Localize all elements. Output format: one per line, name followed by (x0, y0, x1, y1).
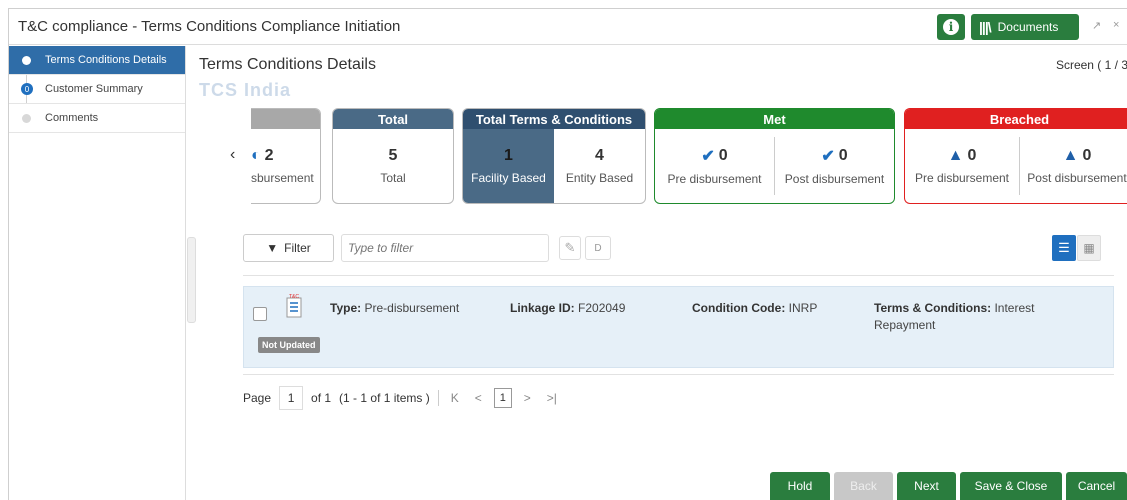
card-label: Facility Based (471, 171, 546, 185)
page-range-text: (1 - 1 of 1 items ) (339, 391, 430, 405)
hold-button[interactable]: Hold (770, 472, 830, 500)
card-header: Met (655, 109, 894, 129)
next-page-icon[interactable]: > (520, 391, 535, 405)
sidebar-item-label: Customer Summary (45, 83, 143, 95)
screen-indicator: Screen ( 1 / 3 (1055, 58, 1127, 72)
edit-button[interactable]: ✎ (559, 236, 581, 260)
page-title: Terms Conditions Details (199, 56, 376, 73)
divider (243, 275, 1114, 276)
card-value: 1 (504, 147, 513, 164)
partial-summary-card: ◐ 2 sbursement (251, 108, 321, 204)
page-of-text: of 1 (311, 391, 332, 405)
terms-conditions-field: Terms & Conditions: Interest Repayment (874, 301, 1035, 332)
card-header: Total (333, 109, 453, 129)
edit-icon: ✎ (564, 240, 576, 255)
card-label: Total (380, 171, 406, 185)
card-label: Entity Based (565, 171, 634, 185)
check-circle-icon: ✔︎ (821, 148, 835, 165)
filter-label: Filter (284, 241, 311, 255)
card-value: ▲ 0 (1062, 147, 1092, 164)
select-checkbox[interactable] (253, 307, 267, 321)
grid-view-icon: ▦ (1083, 241, 1095, 255)
step-badge-icon: 0 (21, 83, 33, 95)
card-value: ✔︎ 0 (701, 147, 728, 165)
status-badge: Not Updated (258, 337, 320, 353)
d-button[interactable]: D (585, 236, 611, 260)
next-button[interactable]: Next (897, 472, 956, 500)
first-page-icon[interactable]: K (447, 391, 463, 405)
card-value: ◐ 2 (251, 147, 274, 164)
toggle-icon: ◐ (251, 147, 261, 164)
card-label: Pre disbursement (914, 171, 1010, 185)
window-title: T&C compliance - Terms Conditions Compli… (18, 18, 401, 35)
svg-text:T&C: T&C (289, 294, 299, 300)
carousel-prev-icon[interactable]: ‹ (230, 146, 235, 164)
info-icon: i (943, 19, 959, 35)
documents-label: Documents (997, 20, 1059, 34)
filter-button[interactable]: ▼ Filter (243, 234, 334, 262)
list-view-button[interactable]: ☰ (1052, 235, 1076, 261)
filter-input[interactable] (341, 234, 549, 262)
breached-card[interactable]: Breached ▲ 0 Pre disbursement ▲ 0 Post dis… (904, 108, 1127, 204)
entity-name: TCS India (199, 80, 292, 100)
grid-view-button[interactable]: ▦ (1077, 235, 1101, 261)
linkage-id-field: Linkage ID: F202049 (510, 301, 626, 315)
page-label: Page (243, 391, 272, 405)
card-value: 5 (388, 147, 398, 164)
list-item[interactable]: T&C Not Updated Type: Pre-disbursement L… (243, 286, 1114, 368)
met-card[interactable]: Met ✔︎ 0 Pre disbursement ✔︎ 0 Post disbur… (654, 108, 895, 204)
documents-button[interactable]: |||\ Documents (971, 14, 1079, 40)
cancel-button[interactable]: Cancel (1066, 472, 1127, 500)
warning-icon: ▲ (947, 147, 964, 164)
close-icon[interactable]: × (1113, 19, 1119, 31)
card-label: Post disbursement (1027, 171, 1127, 185)
last-page-icon[interactable]: >| (543, 391, 561, 405)
maximize-icon[interactable]: ↗ (1092, 19, 1101, 32)
card-header: Total Terms & Conditions (463, 109, 645, 129)
condition-code-field: Condition Code: INRP (692, 301, 818, 315)
sidebar: Terms Conditions Details 0 Customer Summ… (9, 46, 186, 500)
page-input[interactable]: 1 (279, 386, 304, 410)
card-header (251, 109, 320, 129)
sidebar-item-label: Terms Conditions Details (45, 54, 167, 66)
check-circle-icon: ✔︎ (701, 148, 715, 165)
sidebar-item-comments[interactable]: Comments (9, 104, 185, 133)
current-page[interactable]: 1 (493, 388, 512, 408)
list-view-icon: ☰ (1058, 240, 1070, 255)
save-close-button[interactable]: Save & Close (960, 472, 1062, 500)
filter-icon: ▼ (266, 241, 279, 255)
card-value: ✔︎ 0 (821, 147, 848, 165)
divider (243, 374, 1114, 375)
books-icon: |||\ (979, 19, 992, 35)
card-value: 4 (595, 147, 604, 164)
step-indicator-icon (22, 56, 31, 65)
back-button[interactable]: Back (834, 472, 893, 500)
total-terms-conditions-card[interactable]: Total Terms & Conditions 1 Facility Base… (462, 108, 646, 204)
entity-based-cell[interactable]: 4 Entity Based (554, 129, 645, 203)
info-button[interactable]: i (937, 14, 965, 40)
sidebar-item-customer-summary[interactable]: 0 Customer Summary (9, 75, 185, 104)
warning-icon: ▲ (1062, 147, 1079, 164)
sidebar-item-terms-conditions-details[interactable]: Terms Conditions Details (9, 46, 185, 75)
card-header: Breached (905, 109, 1127, 129)
sidebar-item-label: Comments (45, 112, 99, 124)
title-bar: T&C compliance - Terms Conditions Compli… (9, 9, 1127, 45)
card-label: Pre disbursement (667, 172, 762, 186)
card-value: ▲ 0 (947, 147, 977, 164)
app-window: T&C compliance - Terms Conditions Compli… (8, 8, 1127, 500)
card-label: Post disbursement (784, 172, 885, 186)
panel-splitter[interactable] (187, 237, 196, 323)
type-field: Type: Pre-disbursement (330, 301, 460, 315)
total-card[interactable]: Total 5 Total (332, 108, 454, 204)
step-indicator-icon (22, 114, 31, 123)
facility-based-cell[interactable]: 1 Facility Based (463, 129, 554, 203)
prev-page-icon[interactable]: < (471, 391, 486, 405)
card-label: sbursement (251, 171, 314, 185)
pagination: Page 1 of 1 (1 - 1 of 1 items ) K < 1 > … (243, 386, 561, 410)
document-icon: T&C (286, 294, 302, 318)
main-content: Terms Conditions Details Screen ( 1 / 3 … (199, 46, 1127, 500)
